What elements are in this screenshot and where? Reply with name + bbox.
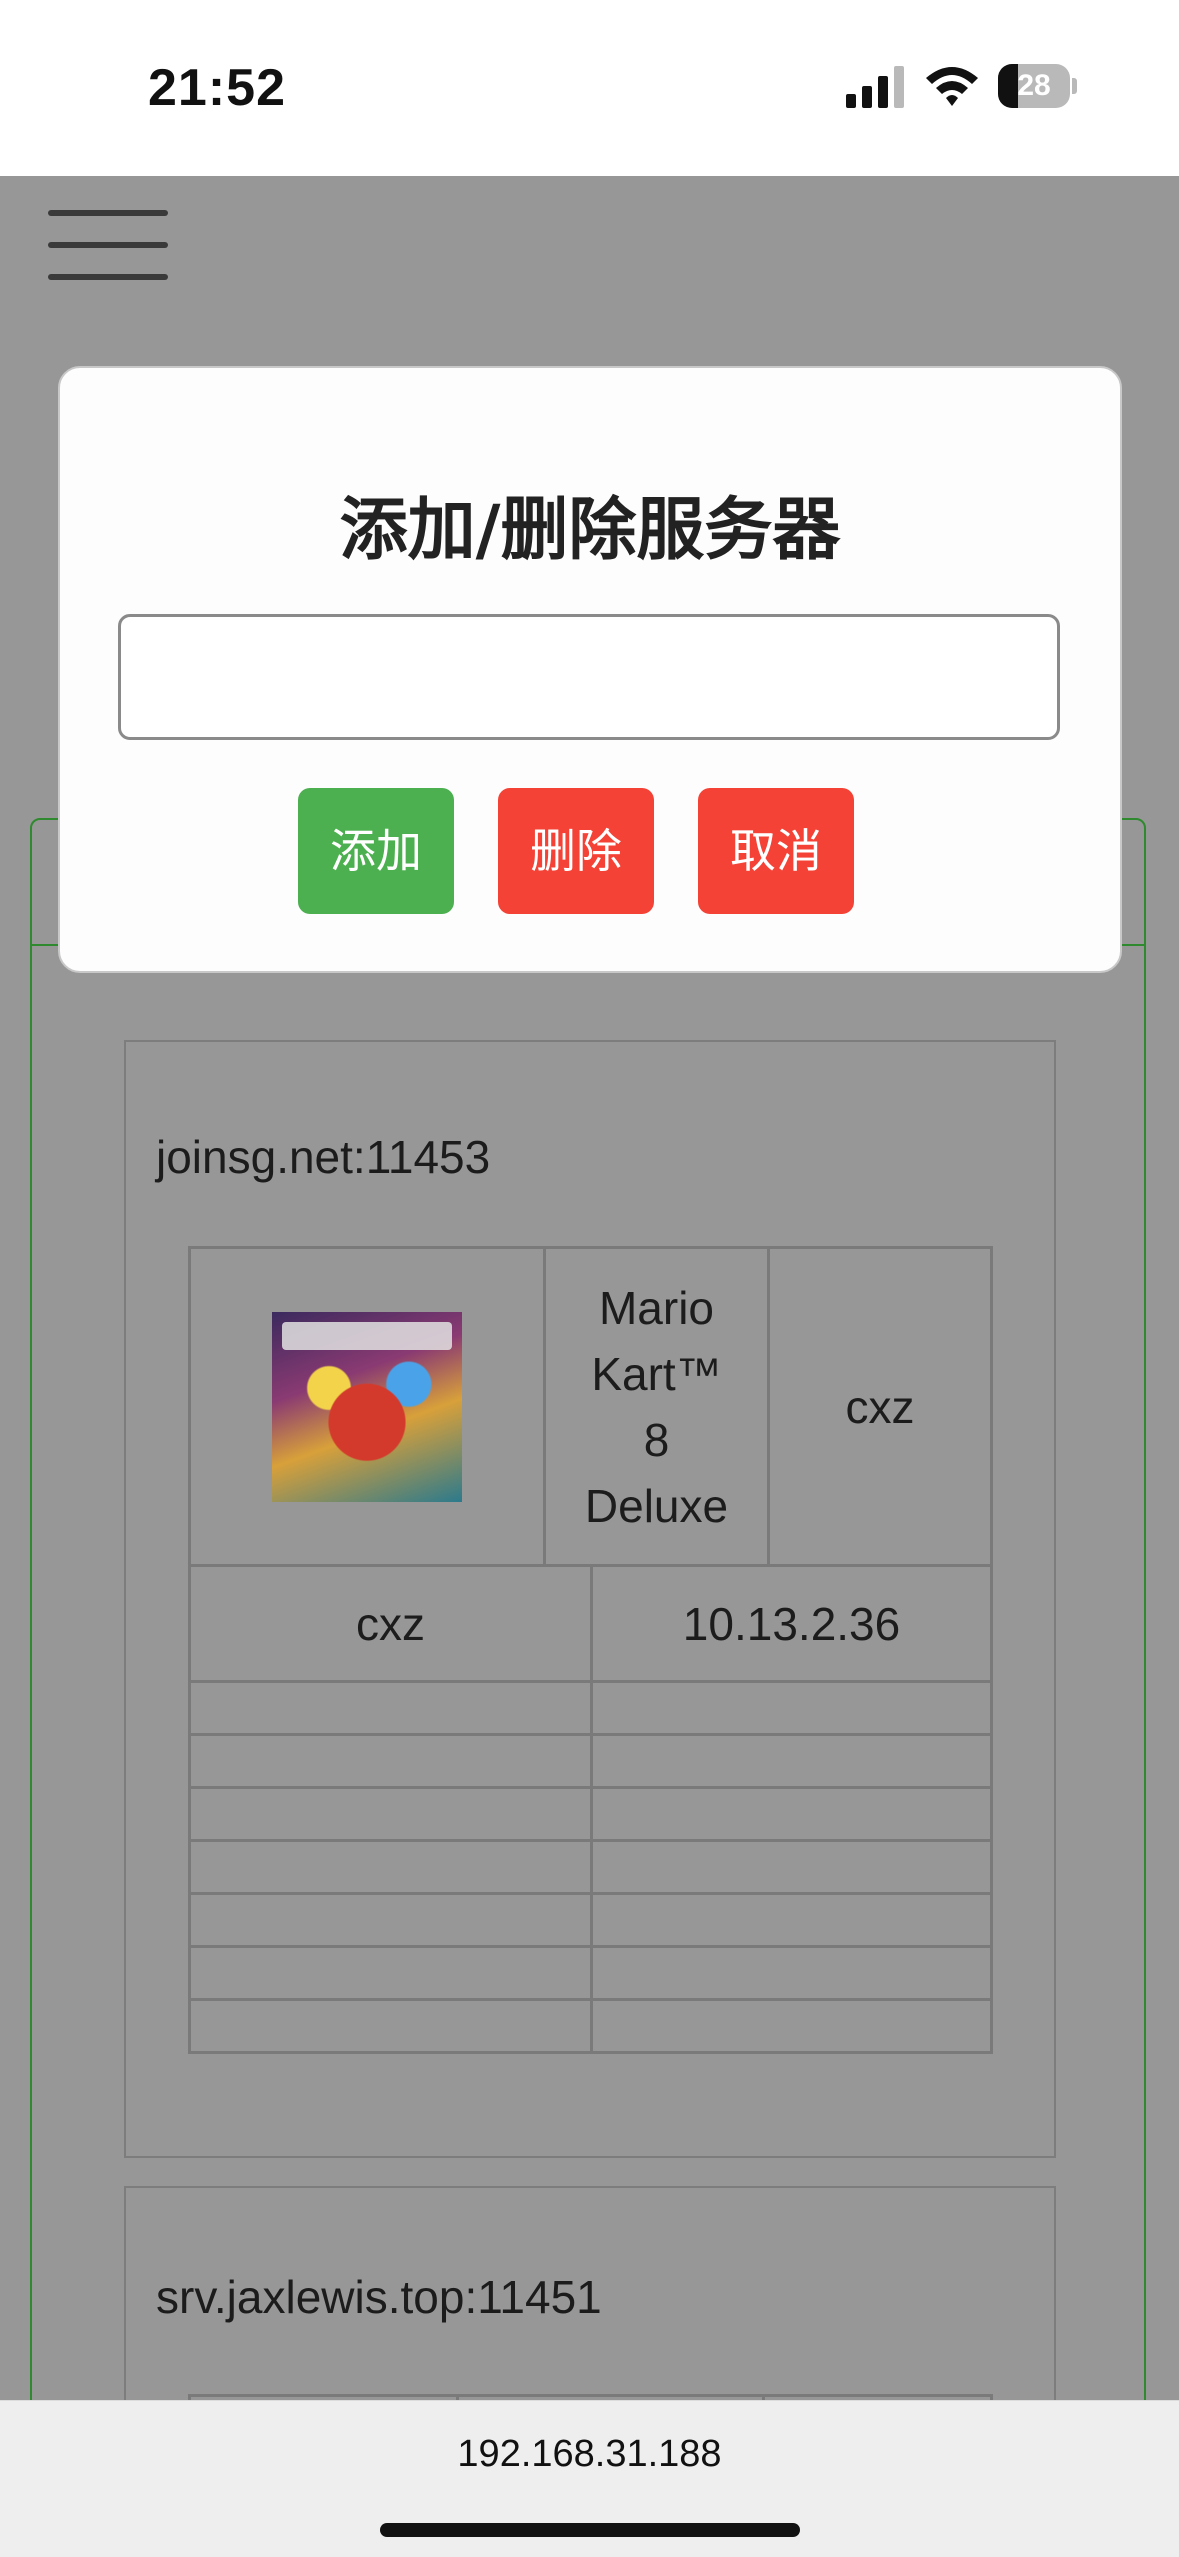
player-ip: 10.13.2.36 [589, 1564, 994, 1683]
battery-icon: 28 [998, 64, 1078, 108]
server-host: joinsg.net:11453 [156, 1131, 491, 1183]
server-card: joinsg.net:11453 Mario Kart™ 8 Deluxe cx… [124, 1040, 1056, 2158]
game-cover-image [272, 1311, 462, 1502]
empty-player-cell [188, 1945, 593, 2001]
hamburger-menu-icon[interactable] [46, 192, 174, 292]
add-remove-server-dialog: 添加/删除服务器 添加 删除 取消 [58, 366, 1122, 973]
empty-player-cell [188, 1733, 593, 1789]
server-address-input[interactable] [118, 614, 1060, 740]
empty-ip-cell [589, 1733, 994, 1789]
wifi-icon [926, 67, 978, 106]
dialog-title: 添加/删除服务器 [339, 491, 841, 570]
url-text[interactable]: 192.168.31.188 [0, 2433, 1179, 2476]
empty-player-cell [188, 1680, 593, 1736]
server-card: srv.jaxlewis.top:11451 [124, 2186, 1056, 2400]
empty-ip-cell [589, 1998, 994, 2054]
empty-ip-cell [589, 1839, 994, 1895]
battery-percent: 28 [1017, 69, 1051, 102]
room-name: cxz [767, 1246, 994, 1567]
game-title: Mario Kart™ 8 Deluxe [542, 1246, 771, 1567]
empty-ip-cell [589, 1945, 994, 2001]
empty-player-cell [188, 1786, 593, 1842]
home-indicator[interactable] [380, 2523, 800, 2537]
browser-address-bar[interactable]: 192.168.31.188 [0, 2400, 1179, 2557]
status-time: 21:52 [148, 59, 286, 117]
empty-player-cell [188, 1998, 593, 2054]
empty-ip-cell [589, 1680, 994, 1736]
status-bar: 21:52 28 [0, 0, 1179, 176]
server-host: srv.jaxlewis.top:11451 [156, 2271, 602, 2323]
game-cover-cell [188, 1246, 546, 1567]
player-name: cxz [188, 1564, 593, 1683]
game-table: Mario Kart™ 8 Deluxe cxz cxz 10.13.2.36 [188, 1246, 994, 2054]
signal-icon [846, 66, 904, 108]
add-button[interactable]: 添加 [298, 788, 454, 914]
delete-button[interactable]: 删除 [498, 788, 654, 914]
empty-ip-cell [589, 1892, 994, 1948]
empty-player-cell [188, 1839, 593, 1895]
empty-player-cell [188, 1892, 593, 1948]
empty-ip-cell [589, 1786, 994, 1842]
cancel-button[interactable]: 取消 [698, 788, 854, 914]
